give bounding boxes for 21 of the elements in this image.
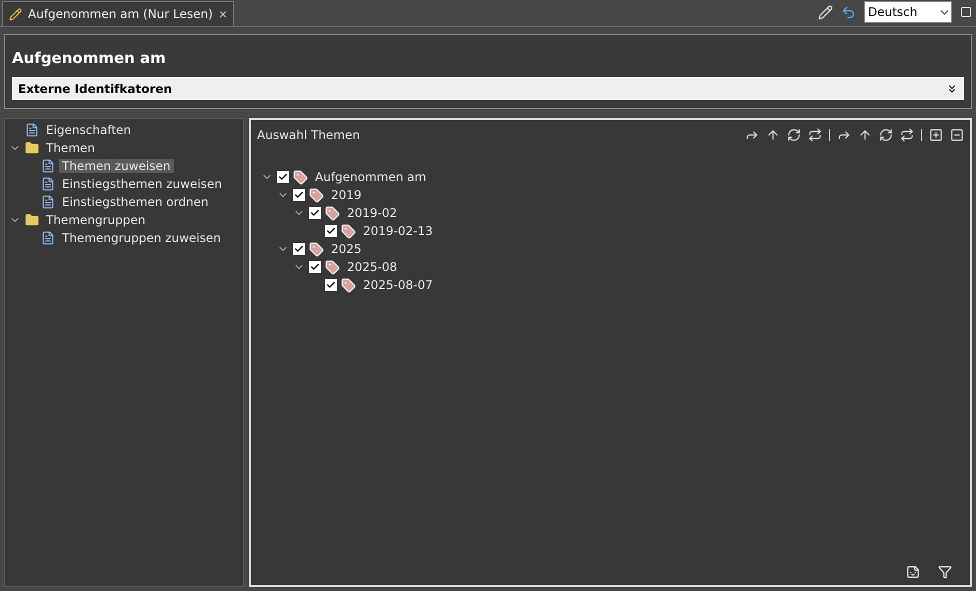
nav-item[interactable]: Einstiegsthemen zuweisen (59, 177, 225, 191)
header-title: Aufgenommen am (12, 49, 167, 67)
nav-item[interactable]: Themengruppen (43, 213, 148, 227)
nav-item[interactable]: Themen (43, 141, 98, 155)
tree-item[interactable]: 2025 (328, 242, 365, 256)
tree-item[interactable]: 2019-02 (344, 206, 400, 220)
close-button[interactable]: × (218, 6, 228, 22)
nav-item[interactable]: Themen zuweisen (59, 159, 174, 173)
panel-title: Auswahl Themen (257, 128, 360, 142)
nav-item[interactable]: Themengruppen zuweisen (59, 231, 224, 245)
tree-item[interactable]: 2019 (328, 188, 365, 202)
tab-title: Aufgenommen am (Nur Lesen) (28, 7, 213, 21)
tree-item[interactable]: 2025-08 (344, 260, 400, 274)
nav-item[interactable]: Eigenschaften (43, 123, 134, 137)
tree-item[interactable]: 2019-02-13 (360, 224, 436, 238)
editor-tab[interactable]: Aufgenommen am (Nur Lesen) × (2, 1, 234, 26)
section-header[interactable]: Externe Identifkatoren (12, 77, 964, 100)
tree-item[interactable]: 2025-08-07 (360, 278, 436, 292)
nav-item[interactable]: Einstiegsthemen ordnen (59, 195, 212, 209)
language-select[interactable]: Deutsch (864, 1, 952, 23)
tree-item[interactable]: Aufgenommen am (312, 170, 430, 184)
